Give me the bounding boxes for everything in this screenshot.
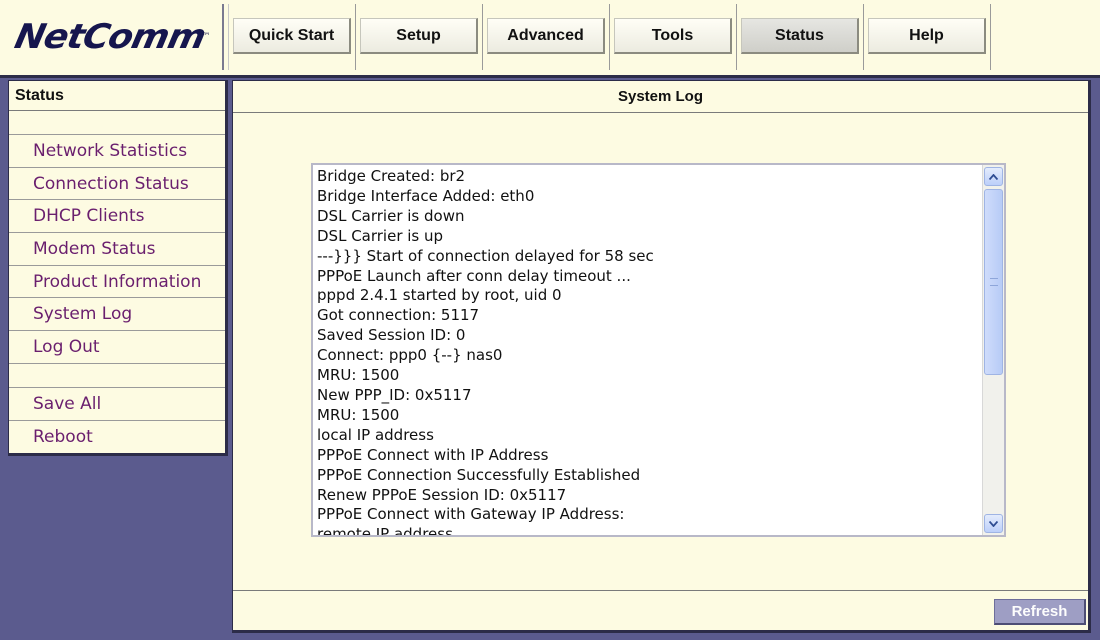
menu-help-button[interactable]: Help (868, 18, 986, 54)
sidebar: Status Network Statistics Connection Sta… (8, 80, 228, 457)
log-line: MRU: 1500 (317, 405, 400, 424)
log-line: local IP address (317, 425, 434, 444)
sidebar-item-network-statistics[interactable]: Network Statistics (9, 135, 225, 168)
menu-cell: Help (864, 4, 991, 70)
menu-setup-button[interactable]: Setup (360, 18, 478, 54)
log-line: Got connection: 5117 (317, 306, 480, 325)
log-line: PPPoE Launch after conn delay timeout ..… (317, 266, 631, 285)
sidebar-item-reboot[interactable]: Reboot (9, 421, 225, 454)
chevron-up-icon[interactable] (984, 167, 1003, 186)
log-lines: Bridge Created: br2 Bridge Interface Adde… (317, 167, 982, 537)
sidebar-item-modem-status[interactable]: Modem Status (9, 233, 225, 266)
log-line: remote IP address (317, 525, 453, 537)
menu-cell: Setup (356, 4, 483, 70)
menu-cell: Tools (610, 4, 737, 70)
log-line: PPPoE Connect with Gateway IP Address: (317, 505, 625, 524)
page-title: System Log (233, 81, 1088, 113)
sidebar-item-connection-status[interactable]: Connection Status (9, 168, 225, 201)
menu-cell: Advanced (483, 4, 610, 70)
log-line: MRU: 1500 (317, 366, 400, 385)
log-line: pppd 2.4.1 started by root, uid 0 (317, 286, 562, 305)
menu-status-button[interactable]: Status (741, 18, 859, 54)
sidebar-item-save-all[interactable]: Save All (9, 388, 225, 421)
log-line: Renew PPPoE Session ID: 0x5117 (317, 485, 567, 504)
menu-cell: Status (737, 4, 864, 70)
main-panel: System Log Bridge Created: br2 Bridge Int… (232, 80, 1091, 633)
grip-icon (990, 278, 998, 286)
sidebar-spacer (9, 111, 225, 135)
header: NetComm ™ Quick Start Setup Advanced Tool… (0, 0, 1100, 78)
sidebar-item-log-out[interactable]: Log Out (9, 331, 225, 364)
menu-cell: Quick Start (229, 4, 356, 70)
log-line: Bridge Interface Added: eth0 (317, 186, 535, 205)
system-log-textarea[interactable]: Bridge Created: br2 Bridge Interface Adde… (311, 163, 1006, 537)
menu-advanced-button[interactable]: Advanced (487, 18, 605, 54)
top-menu: Quick Start Setup Advanced Tools Status … (228, 4, 991, 70)
log-line: ---}}} Start of connection delayed for 5… (317, 246, 654, 265)
log-line: Connect: ppp0 {--} nas0 (317, 346, 503, 365)
sidebar-spacer (9, 364, 225, 388)
log-line: Bridge Created: br2 (317, 167, 466, 185)
scrollbar-thumb[interactable] (984, 189, 1003, 375)
sidebar-item-system-log[interactable]: System Log (9, 298, 225, 332)
log-line: New PPP_ID: 0x5117 (317, 385, 472, 404)
logo: NetComm ™ (8, 4, 224, 70)
sidebar-item-product-information[interactable]: Product Information (9, 266, 225, 299)
logo-text: NetComm (10, 17, 209, 57)
main-footer: Refresh (233, 590, 1088, 630)
log-line: PPPoE Connect with IP Address (317, 445, 549, 464)
sidebar-title: Status (9, 81, 225, 111)
log-line: DSL Carrier is up (317, 226, 444, 245)
menu-tools-button[interactable]: Tools (614, 18, 732, 54)
log-scrollbar[interactable] (982, 165, 1004, 535)
chevron-down-icon[interactable] (984, 514, 1003, 533)
sidebar-item-dhcp-clients[interactable]: DHCP Clients (9, 200, 225, 234)
menu-quick-start-button[interactable]: Quick Start (233, 18, 351, 54)
log-line: DSL Carrier is down (317, 206, 465, 225)
log-line: PPPoE Connection Successfully Establishe… (317, 465, 641, 484)
log-line: Saved Session ID: 0 (317, 326, 466, 345)
refresh-button[interactable]: Refresh (994, 599, 1086, 625)
